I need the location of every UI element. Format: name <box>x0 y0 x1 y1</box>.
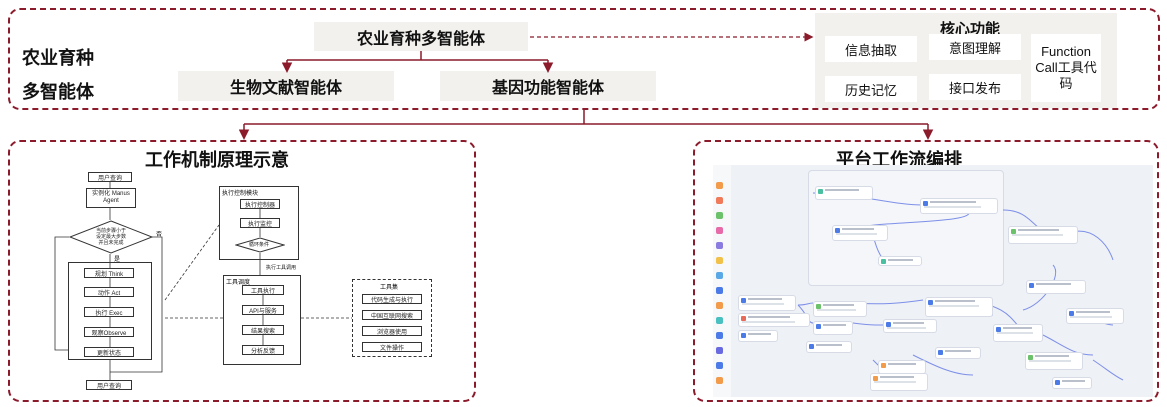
gene-function-agent-node: 基因功能智能体 <box>440 71 656 101</box>
workflow-node <box>738 330 778 342</box>
workflow-node <box>738 295 796 311</box>
mech-user-query-top: 用户查询 <box>88 172 132 182</box>
workflow-node-icon <box>716 272 723 279</box>
workflow-node <box>920 198 998 214</box>
workflow-node-icon <box>716 287 723 294</box>
mech-instantiate: 实例化 Manus Agent <box>86 188 136 208</box>
tool-api-service: API与服务 <box>242 305 284 315</box>
exec-monitor: 执行监控 <box>240 218 280 228</box>
exec-controller: 执行控制器 <box>240 199 280 209</box>
left-panel-title: 工作机制原理示意 <box>145 150 289 170</box>
mech-update: 更新状态 <box>84 347 134 357</box>
workflow-node <box>813 321 853 335</box>
mech-no-label: 否 <box>156 232 163 238</box>
workflow-node-icon <box>716 362 723 369</box>
mech-think: 规划 Think <box>84 268 134 278</box>
workflow-node <box>806 341 852 353</box>
workflow-node-icon <box>716 182 723 189</box>
workflow-node <box>870 373 928 391</box>
core-item-intent-understanding: 意图理解 <box>929 34 1021 60</box>
workflow-node-icon <box>716 242 723 249</box>
toolset-item-search: 中国互联网搜索 <box>362 310 422 320</box>
tool-analysis-feedback: 分析反馈 <box>242 345 284 355</box>
workflow-node <box>878 360 926 374</box>
workflow-node <box>1026 280 1086 294</box>
toolset-item-file: 文件操作 <box>362 342 422 352</box>
top-title-line2: 多智能体 <box>22 82 94 102</box>
mech-decision-text: 当前步骤小于设定最大步数并且未完成 <box>95 228 126 246</box>
workflow-node <box>815 186 873 200</box>
workflow-node-icon <box>716 347 723 354</box>
workflow-node-icon <box>716 317 723 324</box>
mech-user-query-bottom: 用户查询 <box>86 380 132 390</box>
mech-exec: 执行 Exec <box>84 307 134 317</box>
literature-agent-node: 生物文献智能体 <box>178 71 394 101</box>
tool-result-search: 结果搜索 <box>242 325 284 335</box>
core-item-history-memory: 历史记忆 <box>825 76 917 102</box>
workflow-node <box>832 225 888 241</box>
toolset-item-code: 代码生成与执行 <box>362 294 422 304</box>
workflow-node <box>993 324 1043 342</box>
workflow-node-icon <box>716 377 723 384</box>
workflow-node <box>878 256 922 266</box>
exec-tool-call-label: 执行工具调用 <box>266 265 297 271</box>
workflow-node <box>738 313 810 327</box>
mech-act: 动作 Act <box>84 287 134 297</box>
workflow-node <box>1025 352 1083 370</box>
workflow-node <box>1052 377 1092 389</box>
workflow-node <box>1008 226 1078 244</box>
workflow-node <box>1066 308 1124 324</box>
core-item-interface-publish: 接口发布 <box>929 74 1021 100</box>
workflow-node-icon <box>716 227 723 234</box>
center-agent-node: 农业育种多智能体 <box>314 22 528 51</box>
workflow-node-icon <box>716 197 723 204</box>
toolset-title: 工具集 <box>380 285 399 291</box>
workflow-node <box>925 297 993 317</box>
workflow-node <box>935 347 981 359</box>
workflow-node <box>883 319 937 333</box>
workflow-node-icon <box>716 302 723 309</box>
exec-module-title: 执行控制模块 <box>222 191 259 197</box>
workflow-node-icon <box>716 212 723 219</box>
toolset-item-browser: 浏览器使用 <box>362 326 422 336</box>
core-item-info-extraction: 信息抽取 <box>825 36 917 62</box>
tool-exec: 工具执行 <box>242 285 284 295</box>
workflow-node-icon <box>716 257 723 264</box>
workflow-node-icon <box>716 332 723 339</box>
workflow-node <box>813 301 867 317</box>
core-item-function-call: Function Call工具代码 <box>1031 34 1101 102</box>
exec-loop-text: 循环条件 <box>249 242 270 248</box>
mech-observe: 观察Observe <box>84 327 134 337</box>
top-title-line1: 农业育种 <box>22 48 94 68</box>
